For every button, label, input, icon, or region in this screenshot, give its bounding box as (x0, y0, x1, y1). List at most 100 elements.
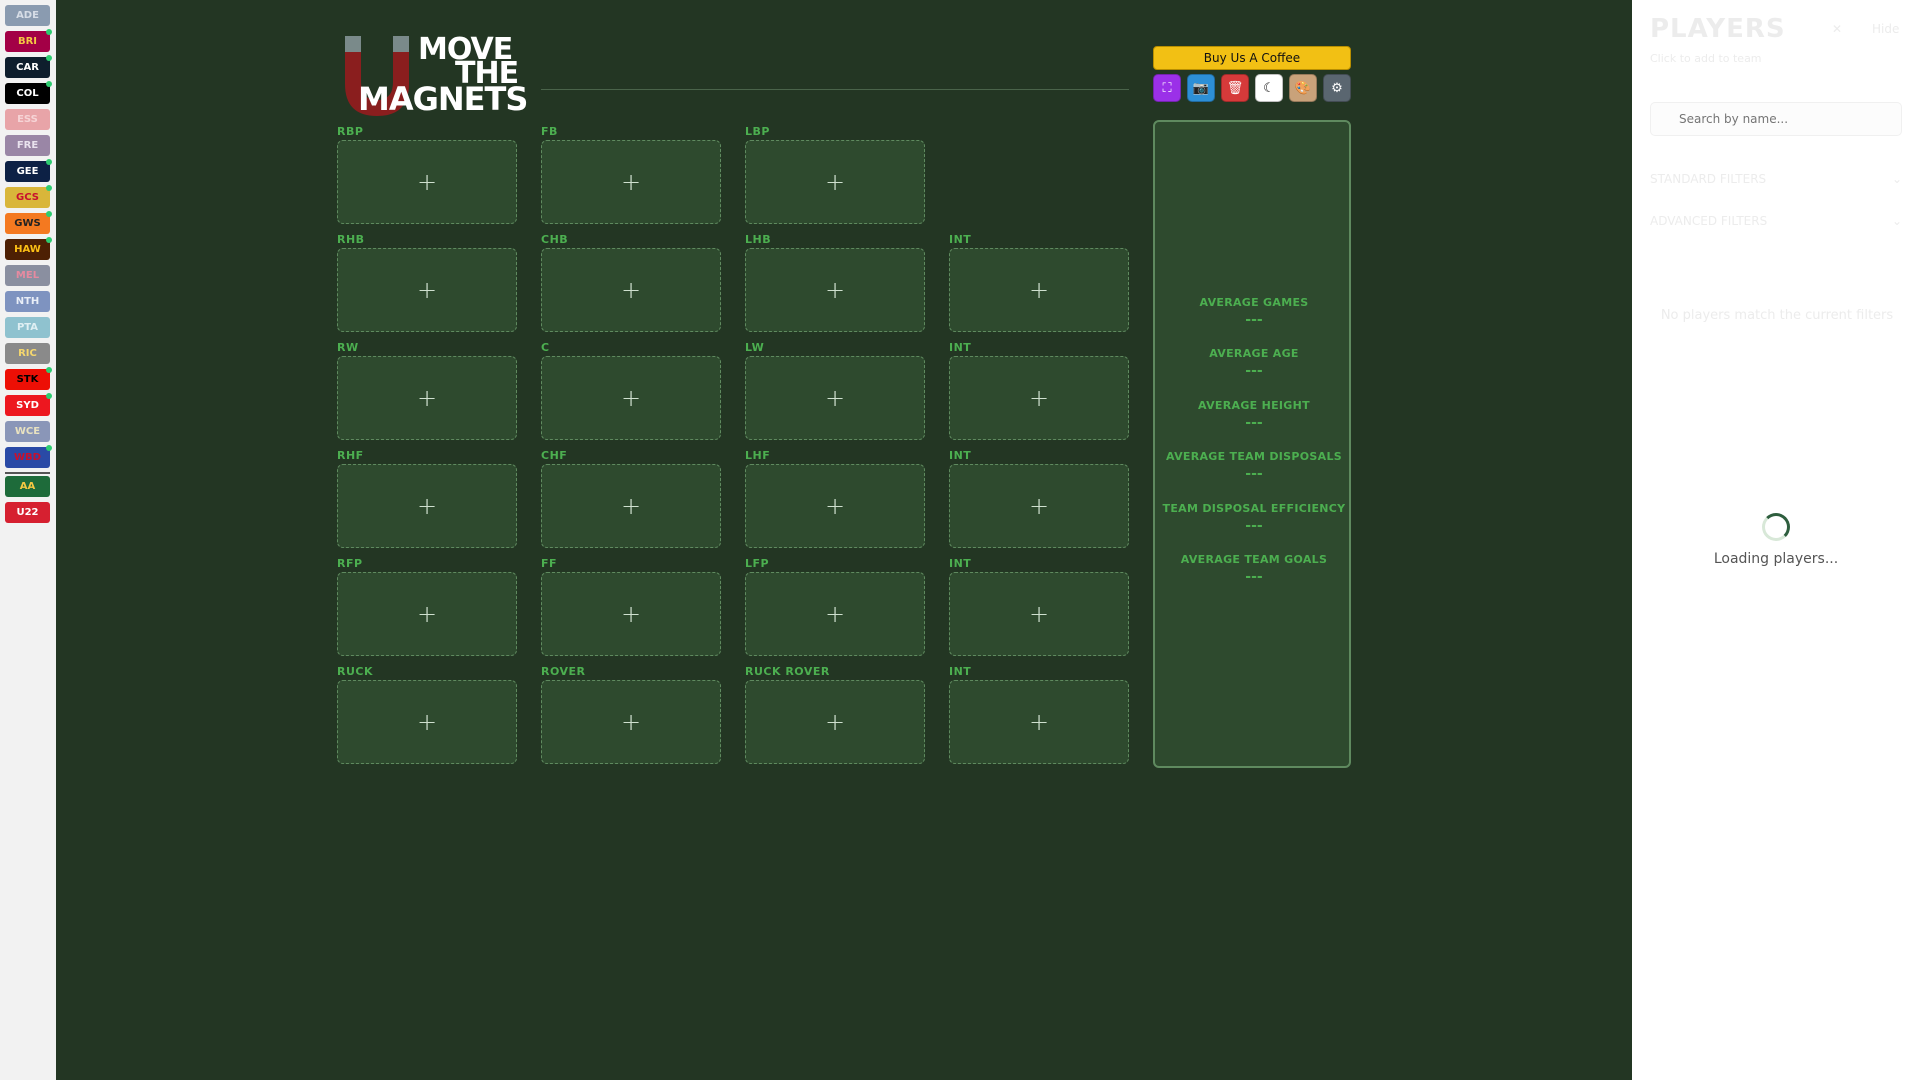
player-slot[interactable]: + (337, 680, 517, 764)
team-button-pta[interactable]: PTA (5, 317, 50, 338)
trash-button[interactable]: 🗑 (1221, 74, 1249, 102)
position-label: INT (949, 449, 972, 462)
player-slot[interactable]: + (541, 572, 721, 656)
player-slot[interactable]: + (949, 680, 1129, 764)
team-button-haw[interactable]: HAW (5, 237, 52, 260)
team-code: CAR (16, 62, 39, 73)
team-code: GEE (16, 166, 39, 177)
team-button-wbd[interactable]: WBD (5, 445, 52, 468)
position-label: ROVER (541, 665, 586, 678)
status-dot-icon (46, 367, 52, 373)
team-button-aa[interactable]: AA (5, 476, 50, 497)
team-code: WCE (14, 426, 41, 437)
plus-icon: + (416, 492, 438, 520)
moon-button[interactable]: ☾ (1255, 74, 1283, 102)
team-button-fre[interactable]: FRE (5, 135, 50, 156)
team-code: HAW (14, 244, 41, 255)
player-slot[interactable]: + (949, 464, 1129, 548)
team-button-gee[interactable]: GEE (5, 159, 52, 182)
plus-icon: + (416, 276, 438, 304)
camera-button[interactable]: 📷 (1187, 74, 1215, 102)
team-code: ADE (16, 10, 39, 21)
player-slot[interactable]: + (541, 464, 721, 548)
team-button-col[interactable]: COL (5, 81, 52, 104)
plus-icon: + (824, 600, 846, 628)
close-icon[interactable]: ✕ (1832, 22, 1842, 36)
palette-button[interactable]: 🎨 (1289, 74, 1317, 102)
stat-value: --- (1245, 415, 1263, 431)
position-label: C (541, 341, 550, 354)
player-slot[interactable]: + (745, 572, 925, 656)
player-slot[interactable]: + (949, 572, 1129, 656)
team-button-ade[interactable]: ADE (5, 5, 50, 26)
plus-icon: + (1028, 708, 1050, 736)
player-slot[interactable]: + (745, 680, 925, 764)
team-button-car[interactable]: CAR (5, 55, 52, 78)
player-slot[interactable]: + (541, 248, 721, 332)
player-slot[interactable]: + (337, 464, 517, 548)
gear-button[interactable]: ⚙ (1323, 74, 1351, 102)
status-dot-icon (46, 393, 52, 399)
team-button-ric[interactable]: RIC (5, 343, 50, 364)
player-slot[interactable]: + (337, 140, 517, 224)
position-label: RUCK (337, 665, 373, 678)
team-sidebar: ADE BRI CAR COL ESS FRE GEE GCS GWS HAW MEL NTH PTA R… (0, 0, 56, 1080)
team-button-stk[interactable]: STK (5, 367, 52, 390)
status-dot-icon (46, 55, 52, 61)
team-code: GCS (16, 192, 39, 203)
team-code: PTA (16, 322, 39, 333)
team-code: SYD (16, 400, 39, 411)
position-label: CHB (541, 233, 569, 246)
fullscreen-button[interactable]: ⛶ (1153, 74, 1181, 102)
advanced-filters-label: ADVANCED FILTERS (1650, 214, 1768, 228)
plus-icon: + (824, 492, 846, 520)
team-button-u22[interactable]: U22 (5, 502, 50, 523)
standard-filters-toggle[interactable]: STANDARD FILTERS ⌄ (1650, 172, 1902, 186)
player-slot[interactable]: + (745, 140, 925, 224)
stat-value: --- (1245, 312, 1263, 328)
team-button-syd[interactable]: SYD (5, 393, 52, 416)
team-button-gws[interactable]: GWS (5, 211, 52, 234)
stat-value: --- (1245, 363, 1263, 379)
logo-text-line3: MAGNETS (358, 80, 528, 118)
player-slot[interactable]: + (949, 356, 1129, 440)
player-slot[interactable]: + (337, 248, 517, 332)
position-label: INT (949, 557, 972, 570)
fullscreen-icon: ⛶ (1162, 80, 1172, 96)
palette-icon: 🎨 (1294, 80, 1312, 96)
team-button-bri[interactable]: BRI (5, 29, 52, 52)
position-label: RBP (337, 125, 364, 138)
player-slot[interactable]: + (337, 572, 517, 656)
player-slot[interactable]: + (745, 248, 925, 332)
header-divider (541, 89, 1129, 90)
team-code: GWS (14, 218, 41, 229)
player-slot[interactable]: + (541, 140, 721, 224)
team-button-ess[interactable]: ESS (5, 109, 50, 130)
players-subtitle: Click to add to team (1650, 52, 1762, 65)
hide-panel-button[interactable]: Hide (1872, 22, 1899, 36)
player-slot[interactable]: + (541, 680, 721, 764)
team-button-wce[interactable]: WCE (5, 421, 50, 442)
advanced-filters-toggle[interactable]: ADVANCED FILTERS ⌄ (1650, 214, 1902, 228)
player-slot[interactable]: + (745, 464, 925, 548)
empty-note: No players match the current filters (1660, 308, 1894, 323)
plus-icon: + (620, 384, 642, 412)
team-button-nth[interactable]: NTH (5, 291, 50, 312)
team-divider (5, 472, 50, 474)
player-slot[interactable]: + (745, 356, 925, 440)
buy-coffee-button[interactable]: Buy Us A Coffee (1153, 46, 1351, 70)
player-search-input[interactable] (1650, 102, 1902, 136)
stat-item: AVERAGE TEAM DISPOSALS --- (1155, 450, 1353, 482)
plus-icon: + (416, 708, 438, 736)
player-slot[interactable]: + (337, 356, 517, 440)
player-slot[interactable]: + (541, 356, 721, 440)
status-dot-icon (46, 445, 52, 451)
team-button-mel[interactable]: MEL (5, 265, 50, 286)
stat-item: TEAM DISPOSAL EFFICIENCY --- (1155, 502, 1353, 534)
position-label: INT (949, 233, 972, 246)
player-slot[interactable]: + (949, 248, 1129, 332)
team-button-gcs[interactable]: GCS (5, 185, 52, 208)
status-dot-icon (46, 211, 52, 217)
camera-icon: 📷 (1192, 80, 1210, 96)
position-label: INT (949, 341, 972, 354)
